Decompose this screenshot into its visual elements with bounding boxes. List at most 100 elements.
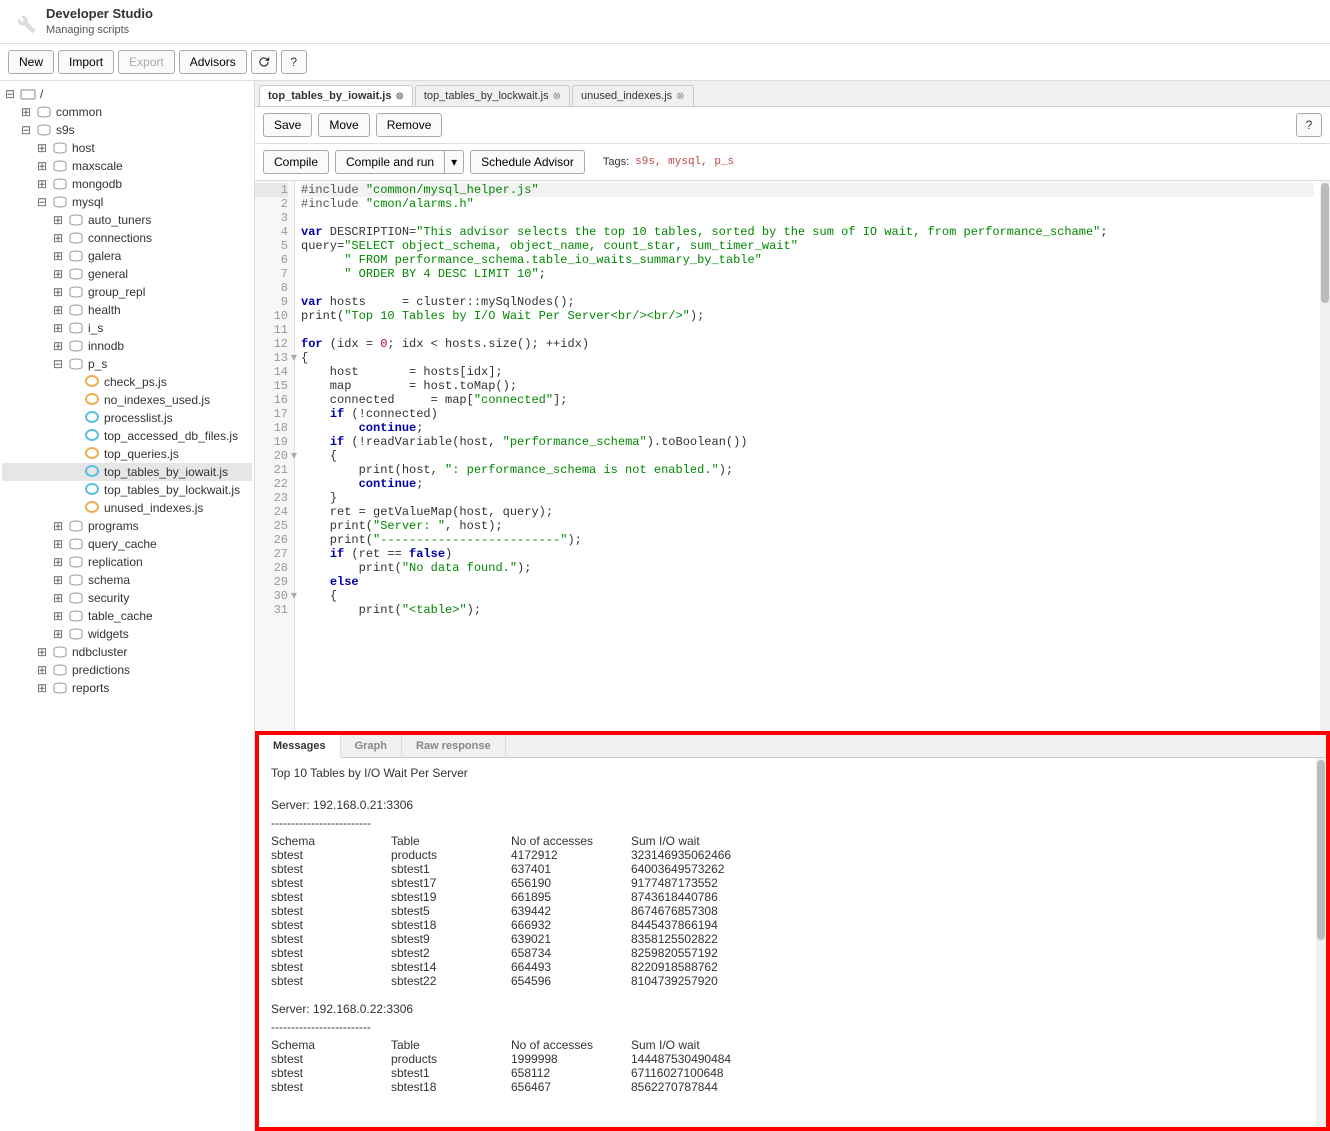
expand-icon[interactable]: ⊞ xyxy=(52,267,64,281)
tree-file[interactable]: no_indexes_used.js xyxy=(2,391,252,409)
tab-close-icon[interactable]: ⊗ xyxy=(676,91,684,102)
code-line[interactable]: var hosts = cluster::mySqlNodes(); xyxy=(301,295,1314,309)
output-tab-raw[interactable]: Raw response xyxy=(402,735,506,757)
scrollbar-thumb[interactable] xyxy=(1317,760,1325,940)
scrollbar-thumb[interactable] xyxy=(1321,183,1329,303)
code-line[interactable]: " FROM performance_schema.table_io_waits… xyxy=(301,253,1314,267)
code-line[interactable]: ▾ { xyxy=(301,449,1314,463)
collapse-icon[interactable]: ⊟ xyxy=(52,357,64,371)
code-line[interactable]: if (!connected) xyxy=(301,407,1314,421)
expand-icon[interactable]: ⊞ xyxy=(52,339,64,353)
tree-folder[interactable]: ⊞mongodb xyxy=(2,175,252,193)
tree-folder[interactable]: ⊞connections xyxy=(2,229,252,247)
collapse-icon[interactable]: ⊟ xyxy=(4,87,16,101)
output-scrollbar[interactable] xyxy=(1316,758,1326,1127)
tree-folder[interactable]: ⊞galera xyxy=(2,247,252,265)
code-line[interactable] xyxy=(301,323,1314,337)
expand-icon[interactable]: ⊞ xyxy=(52,537,64,551)
code-line[interactable]: print(host, ": performance_schema is not… xyxy=(301,463,1314,477)
code-line[interactable]: connected = map["connected"]; xyxy=(301,393,1314,407)
expand-icon[interactable]: ⊞ xyxy=(36,663,48,677)
tree-folder[interactable]: ⊞security xyxy=(2,589,252,607)
editor-scrollbar[interactable] xyxy=(1320,181,1330,731)
compile-run-button[interactable]: Compile and run xyxy=(335,150,444,174)
expand-icon[interactable]: ⊞ xyxy=(20,105,32,119)
tree-file[interactable]: unused_indexes.js xyxy=(2,499,252,517)
expand-icon[interactable]: ⊞ xyxy=(36,159,48,173)
tree-folder[interactable]: ⊞group_repl xyxy=(2,283,252,301)
tree-file[interactable]: top_queries.js xyxy=(2,445,252,463)
editor-help-button[interactable]: ? xyxy=(1296,113,1322,137)
tree-file[interactable]: top_tables_by_iowait.js xyxy=(2,463,252,481)
collapse-icon[interactable]: ⊟ xyxy=(20,123,32,137)
output-body[interactable]: Top 10 Tables by I/O Wait Per ServerServ… xyxy=(259,758,1316,1127)
code-line[interactable]: for (idx = 0; idx < hosts.size(); ++idx) xyxy=(301,337,1314,351)
tree-folder[interactable]: ⊞health xyxy=(2,301,252,319)
code-line[interactable] xyxy=(301,281,1314,295)
code-line[interactable]: host = hosts[idx]; xyxy=(301,365,1314,379)
expand-icon[interactable]: ⊞ xyxy=(52,303,64,317)
code-body[interactable]: #include "common/mysql_helper.js"#includ… xyxy=(295,181,1320,731)
expand-icon[interactable]: ⊞ xyxy=(52,609,64,623)
expand-icon[interactable]: ⊞ xyxy=(52,321,64,335)
expand-icon[interactable]: ⊞ xyxy=(36,681,48,695)
file-tab[interactable]: top_tables_by_iowait.js⊗ xyxy=(259,85,413,106)
expand-icon[interactable]: ⊞ xyxy=(52,285,64,299)
expand-icon[interactable]: ⊞ xyxy=(36,645,48,659)
tree-folder[interactable]: ⊞predictions xyxy=(2,661,252,679)
tree-folder[interactable]: ⊟s9s xyxy=(2,121,252,139)
save-button[interactable]: Save xyxy=(263,113,312,137)
expand-icon[interactable]: ⊞ xyxy=(52,591,64,605)
expand-icon[interactable]: ⊞ xyxy=(52,213,64,227)
tree-folder[interactable]: ⊞innodb xyxy=(2,337,252,355)
tree-file[interactable]: processlist.js xyxy=(2,409,252,427)
tree-folder[interactable]: ⊞host xyxy=(2,139,252,157)
code-line[interactable]: #include "common/mysql_helper.js" xyxy=(301,183,1314,197)
help-button[interactable]: ? xyxy=(281,50,307,74)
expand-icon[interactable]: ⊞ xyxy=(52,555,64,569)
import-button[interactable]: Import xyxy=(58,50,114,74)
tree-folder[interactable]: ⊞common xyxy=(2,103,252,121)
tree-folder[interactable]: ⊞programs xyxy=(2,517,252,535)
code-line[interactable]: else xyxy=(301,575,1314,589)
tree-file[interactable]: top_accessed_db_files.js xyxy=(2,427,252,445)
code-line[interactable]: var DESCRIPTION="This advisor selects th… xyxy=(301,225,1314,239)
new-button[interactable]: New xyxy=(8,50,54,74)
tree-folder[interactable]: ⊞widgets xyxy=(2,625,252,643)
file-tree[interactable]: ⊟ / ⊞common⊟s9s⊞host⊞maxscale⊞mongodb⊟my… xyxy=(0,81,255,1131)
code-line[interactable]: #include "cmon/alarms.h" xyxy=(301,197,1314,211)
expand-icon[interactable]: ⊞ xyxy=(52,573,64,587)
code-line[interactable]: if (!readVariable(host, "performance_sch… xyxy=(301,435,1314,449)
code-line[interactable]: " ORDER BY 4 DESC LIMIT 10"; xyxy=(301,267,1314,281)
collapse-icon[interactable]: ⊟ xyxy=(36,195,48,209)
tree-folder[interactable]: ⊞auto_tuners xyxy=(2,211,252,229)
remove-button[interactable]: Remove xyxy=(376,113,443,137)
code-line[interactable]: continue; xyxy=(301,421,1314,435)
expand-icon[interactable]: ⊞ xyxy=(36,141,48,155)
tree-folder[interactable]: ⊞i_s xyxy=(2,319,252,337)
expand-icon[interactable]: ⊞ xyxy=(52,231,64,245)
tree-folder[interactable]: ⊞maxscale xyxy=(2,157,252,175)
code-line[interactable]: } xyxy=(301,491,1314,505)
expand-icon[interactable]: ⊞ xyxy=(36,177,48,191)
tree-folder[interactable]: ⊟mysql xyxy=(2,193,252,211)
tab-close-icon[interactable]: ⊗ xyxy=(395,91,403,102)
tree-folder[interactable]: ⊞ndbcluster xyxy=(2,643,252,661)
code-line[interactable]: map = host.toMap(); xyxy=(301,379,1314,393)
tree-folder[interactable]: ⊟p_s xyxy=(2,355,252,373)
schedule-advisor-button[interactable]: Schedule Advisor xyxy=(470,150,585,174)
code-line[interactable]: ▾ { xyxy=(301,589,1314,603)
code-line[interactable]: print("Top 10 Tables by I/O Wait Per Ser… xyxy=(301,309,1314,323)
compile-button[interactable]: Compile xyxy=(263,150,329,174)
code-line[interactable]: print("-------------------------"); xyxy=(301,533,1314,547)
code-line[interactable] xyxy=(301,211,1314,225)
reload-button[interactable] xyxy=(251,50,277,74)
advisors-button[interactable]: Advisors xyxy=(179,50,247,74)
code-line[interactable]: ret = getValueMap(host, query); xyxy=(301,505,1314,519)
code-line[interactable]: if (ret == false) xyxy=(301,547,1314,561)
file-tab[interactable]: unused_indexes.js⊗ xyxy=(572,85,694,106)
output-tab-graph[interactable]: Graph xyxy=(341,735,402,757)
expand-icon[interactable]: ⊞ xyxy=(52,249,64,263)
code-line[interactable]: print("<table>"); xyxy=(301,603,1314,617)
tree-folder[interactable]: ⊞query_cache xyxy=(2,535,252,553)
